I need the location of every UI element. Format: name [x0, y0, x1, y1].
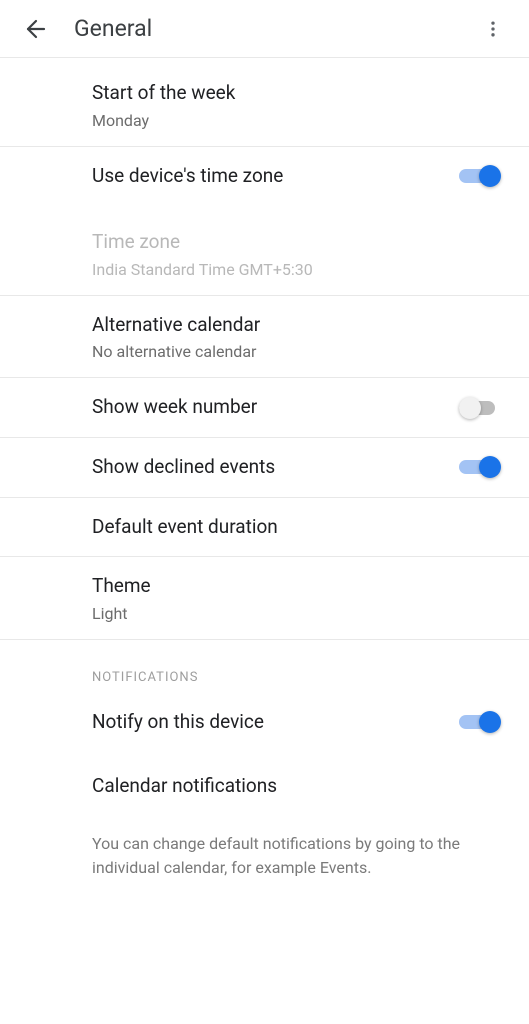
- calendar-notifications-title: Calendar notifications: [92, 773, 501, 800]
- default-event-duration-title: Default event duration: [92, 514, 501, 541]
- start-of-week-value: Monday: [92, 111, 501, 130]
- alternative-calendar-row[interactable]: Alternative calendar No alternative cale…: [0, 296, 529, 379]
- notify-on-device-title: Notify on this device: [92, 709, 447, 736]
- show-declined-events-row[interactable]: Show declined events: [0, 438, 529, 498]
- calendar-notifications-row[interactable]: Calendar notifications: [0, 751, 529, 816]
- timezone-title: Time zone: [92, 229, 501, 256]
- app-bar: General: [0, 0, 529, 58]
- alternative-calendar-value: No alternative calendar: [92, 342, 501, 361]
- more-vert-icon: [483, 19, 503, 39]
- show-week-number-switch[interactable]: [459, 396, 501, 420]
- show-declined-events-switch[interactable]: [459, 455, 501, 479]
- notifications-section-label: Notifications: [0, 640, 529, 693]
- timezone-row: Time zone India Standard Time GMT+5:30: [0, 205, 529, 295]
- alternative-calendar-title: Alternative calendar: [92, 312, 501, 339]
- start-of-week-title: Start of the week: [92, 80, 501, 107]
- default-event-duration-row[interactable]: Default event duration: [0, 498, 529, 558]
- more-button[interactable]: [473, 9, 513, 49]
- notifications-hint: You can change default notifications by …: [0, 816, 529, 880]
- use-device-timezone-title: Use device's time zone: [92, 163, 447, 190]
- notify-on-device-row[interactable]: Notify on this device: [0, 693, 529, 752]
- show-week-number-title: Show week number: [92, 394, 447, 421]
- use-device-timezone-switch[interactable]: [459, 164, 501, 188]
- show-declined-events-title: Show declined events: [92, 454, 447, 481]
- show-week-number-row[interactable]: Show week number: [0, 378, 529, 438]
- theme-title: Theme: [92, 573, 501, 600]
- theme-value: Light: [92, 604, 501, 623]
- start-of-week-row[interactable]: Start of the week Monday: [0, 60, 529, 147]
- theme-row[interactable]: Theme Light: [0, 557, 529, 640]
- arrow-back-icon: [24, 17, 48, 41]
- notify-on-device-switch[interactable]: [459, 710, 501, 734]
- back-button[interactable]: [16, 9, 56, 49]
- timezone-value: India Standard Time GMT+5:30: [92, 260, 501, 279]
- use-device-timezone-row[interactable]: Use device's time zone: [0, 147, 529, 206]
- page-title: General: [74, 15, 473, 42]
